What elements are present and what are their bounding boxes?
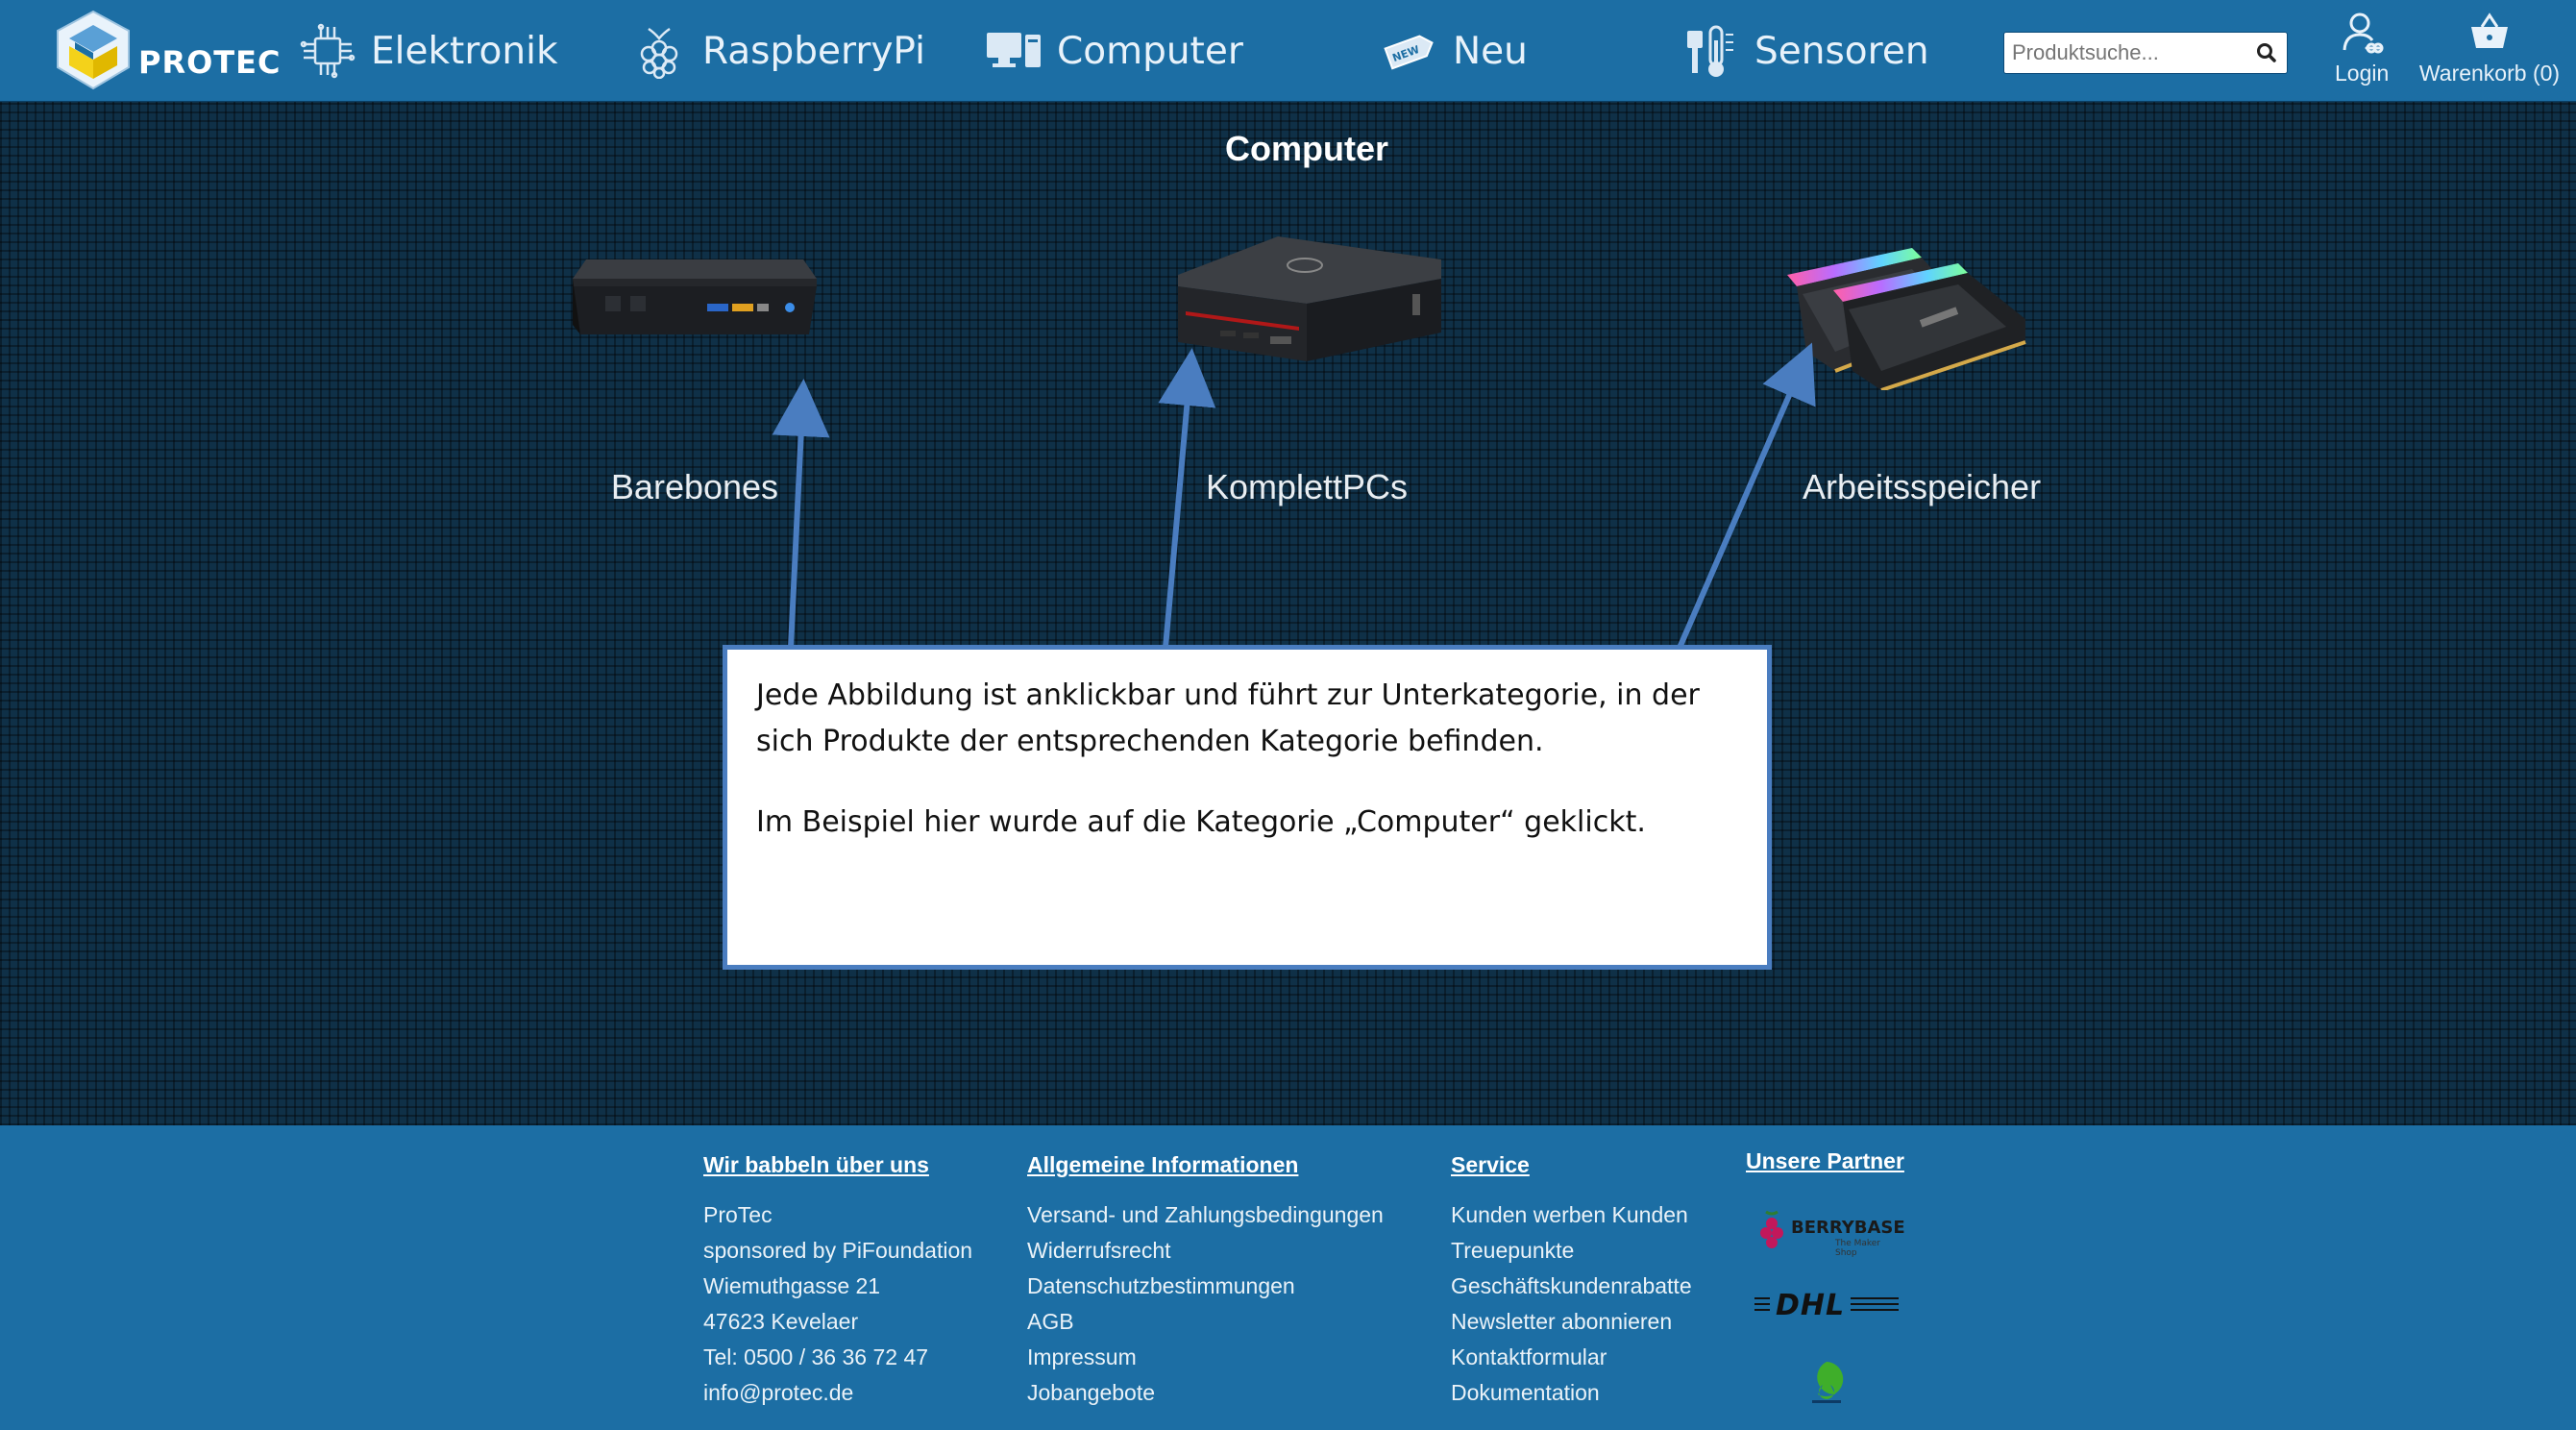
arrow-to-barebones [772,379,830,649]
nav-sensoren[interactable]: Sensoren [1681,21,1929,81]
footer-link-kontaktformular[interactable]: Kontaktformular [1451,1340,1692,1375]
annotation-callout: Jede Abbildung ist anklickbar und führt … [723,645,1772,970]
footer-email[interactable]: info@protec.de [703,1375,972,1411]
site-footer: Wir babbeln über uns ProTec sponsored by… [0,1125,2576,1430]
category-page: Computer Barebones KomplettPCs Arbeitssp… [0,102,2576,1125]
annotation-arrows [772,342,1816,650]
logo-wordmark: PROTEC [138,44,282,81]
footer-info-column: Allgemeine Informationen Versand- und Za… [1027,1152,1384,1411]
arrow-to-arbeitsspeicher [1677,342,1816,650]
sensor-icon [1681,21,1741,81]
footer-info-heading[interactable]: Allgemeine Informationen [1027,1152,1384,1178]
footer-service-column: Service Kunden werben Kunden Treuepunkte… [1451,1152,1692,1411]
login-button[interactable]: Login [2335,10,2389,86]
footer-link-impressum[interactable]: Impressum [1027,1340,1384,1375]
partner-berrybase-logo[interactable]: BERRYBASE The Maker Shop [1754,1198,1905,1258]
footer-about-line: Tel: 0500 / 36 36 72 47 [703,1344,929,1369]
nav-raspberrypi[interactable]: RaspberryPi [629,21,925,81]
footer-link-versand[interactable]: Versand- und Zahlungsbedingungen [1027,1197,1384,1233]
callout-text-2: Im Beispiel hier wurde auf die Kategorie… [756,805,1646,839]
circuit-icon [298,21,357,81]
raspberry-icon [629,21,689,81]
footer-partners-heading[interactable]: Unsere Partner [1746,1148,1904,1174]
footer-link-widerrufsrecht[interactable]: Widerrufsrecht [1027,1233,1384,1269]
footer-link-datenschutz[interactable]: Datenschutzbestimmungen [1027,1269,1384,1304]
footer-link-geschaeftskunden[interactable]: Geschäftskundenrabatte [1451,1269,1692,1304]
nav-computer-label: Computer [1057,29,1243,73]
nav-elektronik-label: Elektronik [371,29,558,73]
footer-partners-column: Unsere Partner [1746,1148,1904,1194]
partner-dhl-name: DHL [1770,1289,1852,1322]
user-icon [2340,12,2384,58]
footer-about-column: Wir babbeln über uns ProTec sponsored by… [703,1152,972,1411]
nav-neu[interactable]: NEW Neu [1380,21,1528,81]
product-search [2003,32,2288,74]
protec-logo[interactable]: PROTEC [50,8,280,94]
monitor-icon [984,21,1043,81]
footer-link-dokumentation[interactable]: Dokumentation [1451,1375,1692,1411]
footer-about-line: Wiemuthgasse 21 [703,1273,881,1298]
partner-berrybase-name: BERRYBASE [1791,1218,1905,1238]
nav-elektronik[interactable]: Elektronik [298,21,558,81]
footer-about-line: ProTec [703,1202,773,1227]
footer-link-newsletter[interactable]: Newsletter abonnieren [1451,1304,1692,1340]
footer-link-agb[interactable]: AGB [1027,1304,1384,1340]
arrow-to-komplettpcs [1158,348,1216,649]
footer-about-line: sponsored by PiFoundation [703,1238,973,1263]
footer-link-jobangebote[interactable]: Jobangebote [1027,1375,1384,1411]
cart-button[interactable]: Warenkorb (0) [2417,10,2562,86]
open-source-icon [1812,1362,1844,1403]
login-label: Login [2335,61,2390,86]
footer-about-line: 47623 Kevelaer [703,1309,859,1334]
footer-service-heading[interactable]: Service [1451,1152,1692,1178]
footer-link-treuepunkte[interactable]: Treuepunkte [1451,1233,1692,1269]
top-navigation-bar: PROTEC Elektronik RaspberryPi Computer N… [0,0,2576,102]
protec-logo-mark [57,10,130,90]
footer-link-kunden-werben[interactable]: Kunden werben Kunden [1451,1197,1692,1233]
callout-text-1: Jede Abbildung ist anklickbar und führt … [756,678,1700,758]
nav-neu-label: Neu [1453,29,1528,73]
cart-label: Warenkorb (0) [2418,61,2561,86]
basket-icon [2467,12,2512,58]
nav-sensoren-label: Sensoren [1754,29,1929,73]
partner-dhl-logo[interactable]: DHL [1754,1289,1899,1322]
partner-berrybase-tagline: The Maker Shop [1835,1239,1881,1258]
nav-raspberrypi-label: RaspberryPi [702,29,925,73]
new-tag-icon: NEW [1380,21,1439,81]
search-icon[interactable] [2254,40,2279,65]
nav-computer[interactable]: Computer [984,21,1243,81]
search-input[interactable] [2010,37,2245,69]
footer-about-heading[interactable]: Wir babbeln über uns [703,1152,972,1178]
partner-open-source-logo[interactable] [1803,1356,1851,1408]
